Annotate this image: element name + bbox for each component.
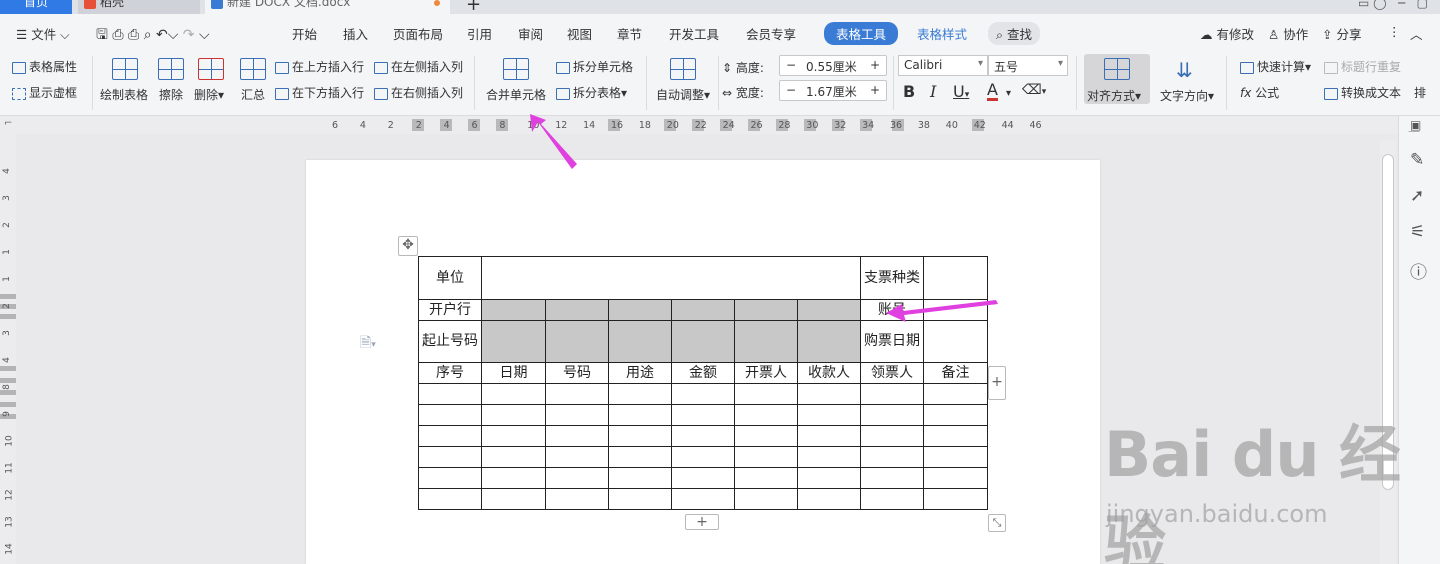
arrow-to-merge-cells bbox=[530, 114, 577, 169]
annotation-arrows bbox=[530, 114, 998, 322]
arrow-to-account-cell bbox=[886, 300, 998, 322]
